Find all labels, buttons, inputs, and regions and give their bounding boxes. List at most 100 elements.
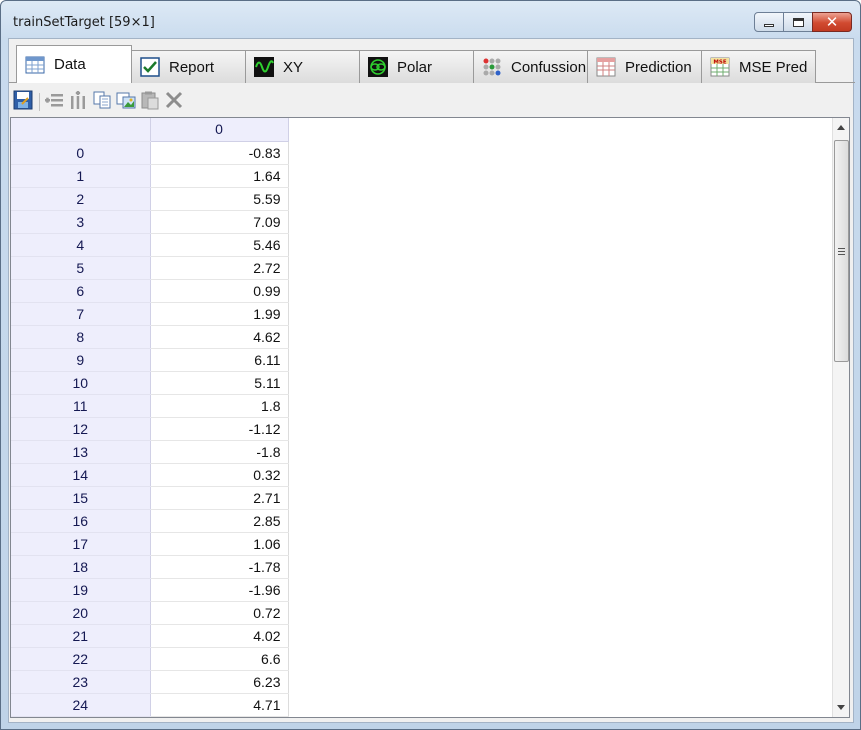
row-header[interactable]: 21 <box>11 624 151 648</box>
row-header[interactable]: 9 <box>11 348 151 372</box>
row-header[interactable]: 5 <box>11 256 151 280</box>
table-cell[interactable]: 5.46 <box>150 233 289 257</box>
row-header[interactable]: 4 <box>11 233 151 257</box>
table-cell[interactable]: -0.83 <box>150 141 289 165</box>
paste-button[interactable] <box>139 91 161 113</box>
table-cell[interactable]: 2.71 <box>150 486 289 510</box>
row-header[interactable]: 12 <box>11 417 151 441</box>
table-cell[interactable]: 6.11 <box>150 348 289 372</box>
table-row[interactable]: 20 0.72 <box>11 601 289 625</box>
table-row[interactable]: 21 4.02 <box>11 624 289 648</box>
table-row[interactable]: 7 1.99 <box>11 302 289 326</box>
table-row[interactable]: 0 -0.83 <box>11 141 289 165</box>
table-row[interactable]: 15 2.71 <box>11 486 289 510</box>
table-row[interactable]: 9 6.11 <box>11 348 289 372</box>
table-cell[interactable]: 4.62 <box>150 325 289 349</box>
table-row[interactable]: 5 2.72 <box>11 256 289 280</box>
table-row[interactable]: 1 1.64 <box>11 164 289 188</box>
table-cell[interactable]: 1.99 <box>150 302 289 326</box>
scrollbar-thumb[interactable] <box>834 140 849 362</box>
row-header[interactable]: 0 <box>11 141 151 165</box>
table-cell[interactable]: 2.85 <box>150 509 289 533</box>
table-cell[interactable]: -1.78 <box>150 555 289 579</box>
tab-data[interactable]: Data <box>16 45 132 83</box>
table-row[interactable]: 24 4.71 <box>11 693 289 717</box>
table-cell[interactable]: 0.32 <box>150 463 289 487</box>
table-row[interactable]: 6 0.99 <box>11 279 289 303</box>
table-row[interactable]: 18 -1.78 <box>11 555 289 579</box>
row-header[interactable]: 13 <box>11 440 151 464</box>
row-header[interactable]: 3 <box>11 210 151 234</box>
table-cell[interactable]: 0.99 <box>150 279 289 303</box>
tab-polar[interactable]: Polar <box>359 50 474 83</box>
table-cell[interactable]: 1.06 <box>150 532 289 556</box>
table-row[interactable]: 23 6.23 <box>11 670 289 694</box>
table-row[interactable]: 14 0.32 <box>11 463 289 487</box>
row-header[interactable]: 7 <box>11 302 151 326</box>
row-header[interactable]: 14 <box>11 463 151 487</box>
data-grid[interactable]: 0 0 -0.83 1 1.64 2 5.59 3 7.09 4 5.46 5 2.72 6 0.99 7 1… <box>10 117 850 718</box>
table-row[interactable]: 22 6.6 <box>11 647 289 671</box>
table-cell[interactable]: 5.11 <box>150 371 289 395</box>
table-cell[interactable]: 2.72 <box>150 256 289 280</box>
table-row[interactable]: 10 5.11 <box>11 371 289 395</box>
delete-button[interactable] <box>163 91 185 113</box>
table-row[interactable]: 3 7.09 <box>11 210 289 234</box>
row-header[interactable]: 22 <box>11 647 151 671</box>
row-header[interactable]: 19 <box>11 578 151 602</box>
scroll-down-button[interactable] <box>833 699 849 716</box>
table-cell[interactable]: 4.02 <box>150 624 289 648</box>
table-row[interactable]: 19 -1.96 <box>11 578 289 602</box>
maximize-button[interactable] <box>783 12 813 32</box>
table-row[interactable]: 17 1.06 <box>11 532 289 556</box>
vertical-scrollbar[interactable] <box>832 118 849 717</box>
table-cell[interactable]: -1.12 <box>150 417 289 441</box>
table-cell[interactable]: 5.59 <box>150 187 289 211</box>
tab-report[interactable]: Report <box>131 50 246 83</box>
table-row[interactable]: 16 2.85 <box>11 509 289 533</box>
scroll-up-button[interactable] <box>833 119 849 136</box>
tab-confussion[interactable]: Confussion <box>473 50 588 83</box>
save-button[interactable] <box>12 90 34 113</box>
table-row[interactable]: 8 4.62 <box>11 325 289 349</box>
table-cell[interactable]: -1.96 <box>150 578 289 602</box>
row-header[interactable]: 1 <box>11 164 151 188</box>
table-cell[interactable]: 0.72 <box>150 601 289 625</box>
table-cell[interactable]: -1.8 <box>150 440 289 464</box>
row-header[interactable]: 24 <box>11 693 151 717</box>
row-header[interactable]: 11 <box>11 394 151 418</box>
row-header[interactable]: 20 <box>11 601 151 625</box>
table-row[interactable]: 2 5.59 <box>11 187 289 211</box>
close-button[interactable]: ✕ <box>812 12 852 32</box>
row-header[interactable]: 8 <box>11 325 151 349</box>
insert-column-button[interactable] <box>67 90 89 113</box>
table-cell[interactable]: 6.23 <box>150 670 289 694</box>
minimize-button[interactable] <box>754 12 784 32</box>
table-cell[interactable]: 1.64 <box>150 164 289 188</box>
table-cell[interactable]: 1.8 <box>150 394 289 418</box>
tab-xy[interactable]: XY <box>245 50 360 83</box>
column-header[interactable]: 0 <box>150 118 289 142</box>
row-header[interactable]: 18 <box>11 555 151 579</box>
row-header[interactable]: 16 <box>11 509 151 533</box>
tab-prediction[interactable]: Prediction <box>587 50 702 83</box>
tab-mse-pred[interactable]: MSE MSE Pred <box>701 50 816 83</box>
table-row[interactable]: 13 -1.8 <box>11 440 289 464</box>
insert-row-button[interactable] <box>43 91 65 113</box>
export-image-button[interactable] <box>115 91 137 113</box>
title-bar[interactable]: trainSetTarget [59×1] ✕ <box>1 1 860 43</box>
grid-corner-cell[interactable] <box>11 118 151 142</box>
table-cell[interactable]: 4.71 <box>150 693 289 717</box>
table-row[interactable]: 11 1.8 <box>11 394 289 418</box>
row-header[interactable]: 15 <box>11 486 151 510</box>
table-cell[interactable]: 6.6 <box>150 647 289 671</box>
row-header[interactable]: 23 <box>11 670 151 694</box>
row-header[interactable]: 17 <box>11 532 151 556</box>
row-header[interactable]: 10 <box>11 371 151 395</box>
table-row[interactable]: 12 -1.12 <box>11 417 289 441</box>
table-cell[interactable]: 7.09 <box>150 210 289 234</box>
table-row[interactable]: 4 5.46 <box>11 233 289 257</box>
row-header[interactable]: 6 <box>11 279 151 303</box>
row-header[interactable]: 2 <box>11 187 151 211</box>
copy-button[interactable] <box>91 91 113 113</box>
